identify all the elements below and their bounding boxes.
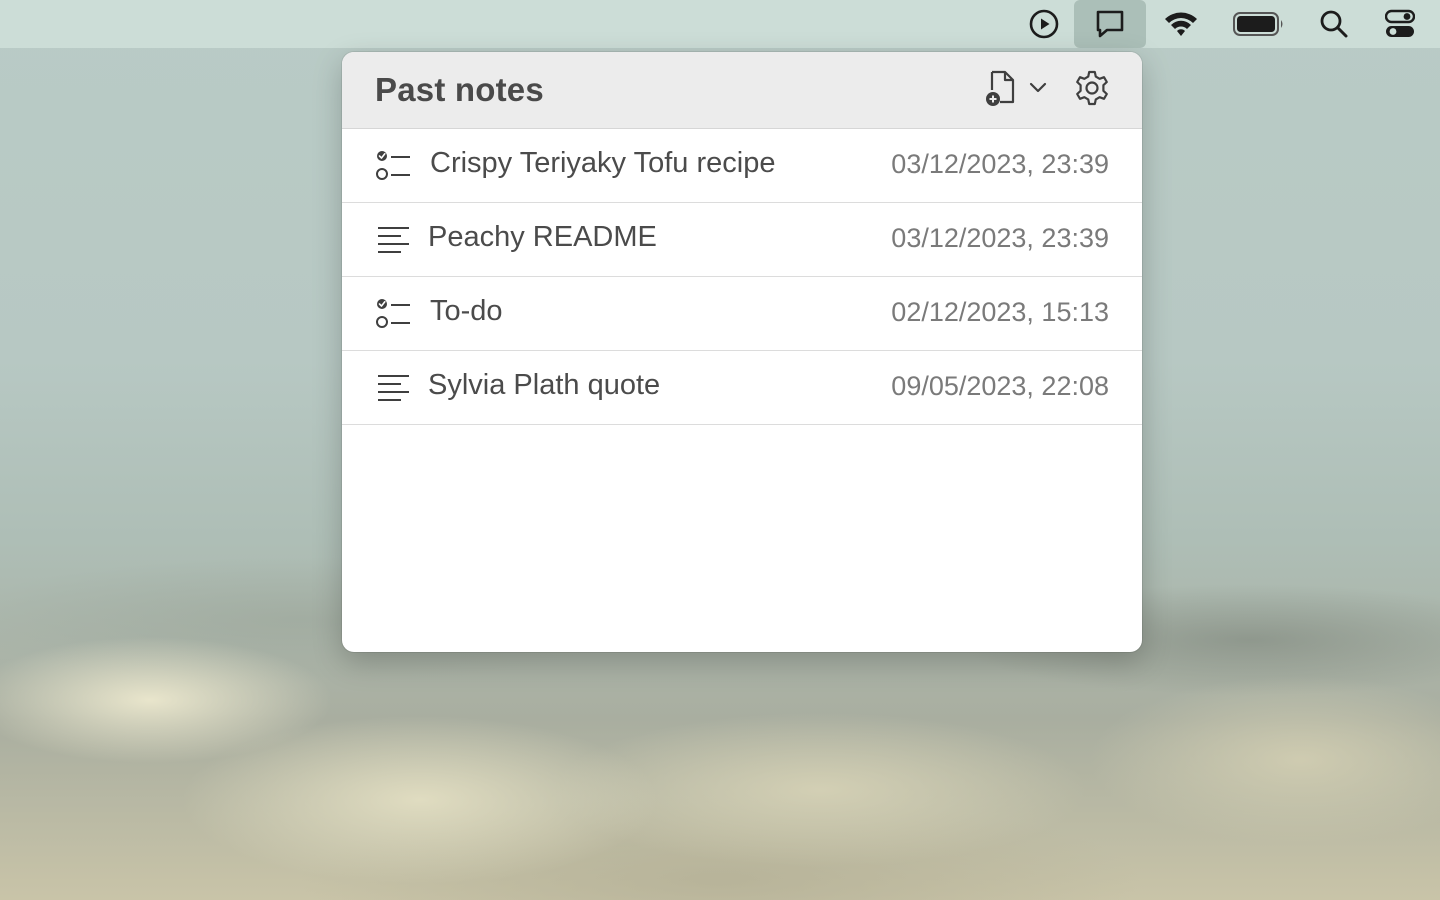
menu-bar — [0, 0, 1440, 48]
note-row[interactable]: Sylvia Plath quote 09/05/2023, 22:08 — [342, 351, 1142, 425]
control-center-icon[interactable] — [1378, 0, 1422, 48]
new-note-icon — [983, 68, 1023, 113]
text-lines-icon — [376, 371, 412, 405]
new-note-button[interactable] — [976, 66, 1054, 114]
popover-title: Past notes — [375, 71, 544, 108]
note-date: 03/12/2023, 23:39 — [891, 149, 1109, 179]
spotlight-search-icon[interactable] — [1312, 0, 1356, 48]
note-row[interactable]: Crispy Teriyaky Tofu recipe 03/12/2023, … — [342, 129, 1142, 203]
past-notes-popover: Past notes Crispy Teriyaky Tofu recipe 0… — [342, 52, 1142, 652]
chevron-down-icon — [1029, 81, 1047, 99]
checklist-icon — [376, 149, 412, 183]
note-title: Crispy Teriyaky Tofu recipe — [430, 147, 776, 179]
wifi-icon[interactable] — [1158, 0, 1204, 48]
note-date: 02/12/2023, 15:13 — [891, 297, 1109, 327]
notes-list: Crispy Teriyaky Tofu recipe 03/12/2023, … — [342, 129, 1142, 425]
note-row[interactable]: To-do 02/12/2023, 15:13 — [342, 277, 1142, 351]
note-date: 09/05/2023, 22:08 — [891, 371, 1109, 401]
note-title: Sylvia Plath quote — [428, 369, 661, 401]
note-date: 03/12/2023, 23:39 — [891, 223, 1109, 253]
checklist-icon — [376, 297, 412, 331]
note-row[interactable]: Peachy README 03/12/2023, 23:39 — [342, 203, 1142, 277]
settings-button[interactable] — [1070, 66, 1114, 114]
popover-header: Past notes — [342, 52, 1142, 129]
note-title: Peachy README — [428, 221, 657, 253]
note-bubble-icon[interactable] — [1074, 0, 1146, 48]
battery-icon[interactable] — [1228, 0, 1290, 48]
gear-icon — [1073, 69, 1111, 112]
note-title: To-do — [430, 295, 503, 327]
text-lines-icon — [376, 223, 412, 257]
play-circle-icon[interactable] — [1022, 0, 1066, 48]
